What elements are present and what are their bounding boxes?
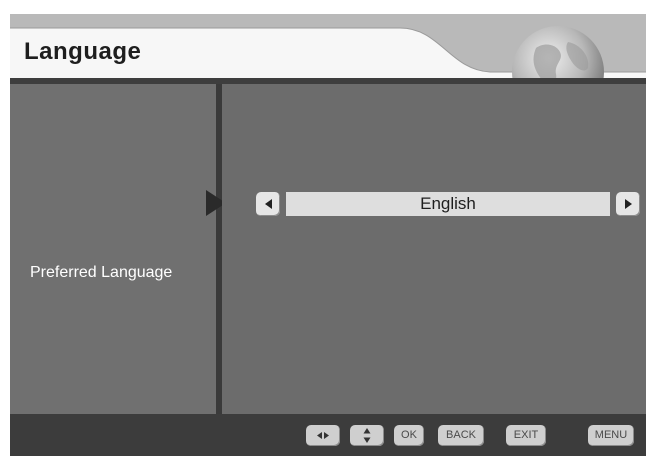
language-selector[interactable]: English: [256, 192, 640, 216]
next-language-button[interactable]: [616, 192, 640, 216]
up-down-button[interactable]: [350, 425, 384, 446]
tv-menu-screen: Language Preferred Language English OK B…: [10, 14, 646, 456]
ok-button[interactable]: OK: [394, 425, 424, 446]
up-down-arrows-icon: [363, 428, 371, 443]
previous-language-button[interactable]: [256, 192, 280, 216]
triangle-right-icon: [624, 199, 632, 209]
left-pane: Preferred Language: [10, 84, 216, 414]
right-pane: [222, 84, 646, 414]
footer-button-bar: OK BACK EXIT MENU: [10, 414, 646, 456]
left-right-arrows-icon: [317, 432, 329, 439]
page-title: Language: [24, 38, 142, 65]
header: Language: [10, 14, 646, 118]
exit-button[interactable]: EXIT: [506, 425, 546, 446]
menu-button[interactable]: MENU: [588, 425, 634, 446]
language-value: English: [286, 192, 610, 216]
preferred-language-label[interactable]: Preferred Language: [30, 264, 172, 282]
triangle-left-icon: [264, 199, 272, 209]
left-right-button[interactable]: [306, 425, 340, 446]
back-button[interactable]: BACK: [438, 425, 484, 446]
